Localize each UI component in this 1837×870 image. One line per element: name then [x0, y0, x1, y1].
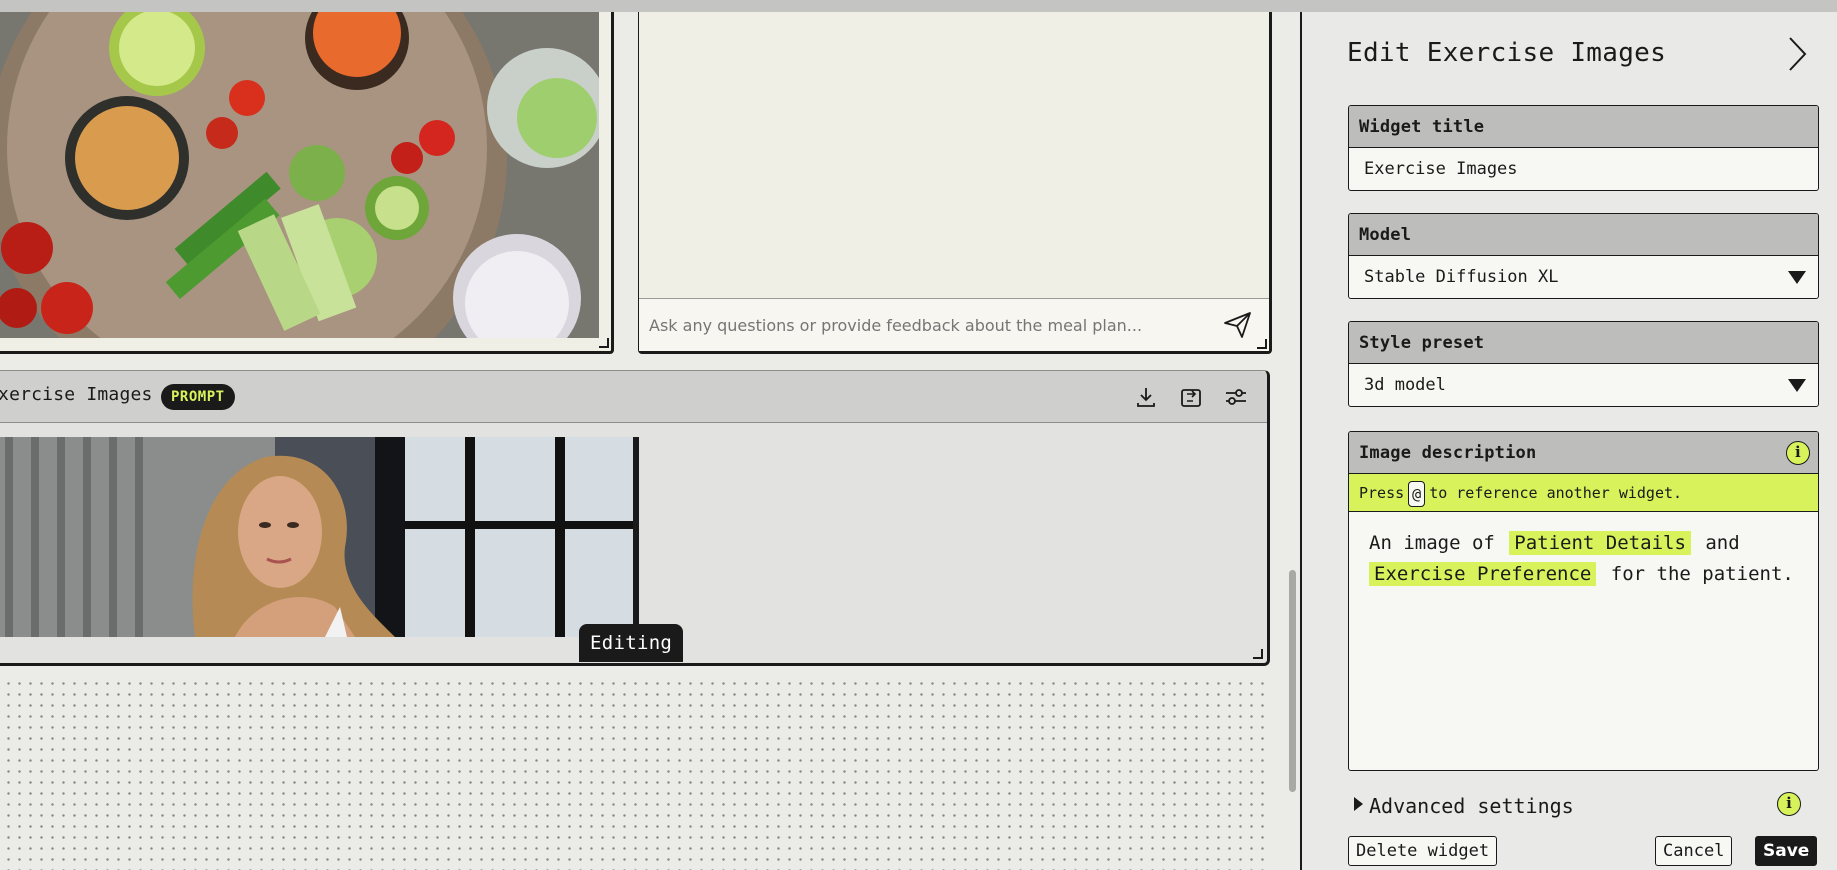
panel-title: Edit Exercise Images: [1347, 38, 1667, 68]
save-button[interactable]: Save: [1755, 836, 1818, 866]
send-icon[interactable]: [1223, 311, 1253, 339]
meal-photo-illustration: [0, 12, 599, 338]
prompt-badge: PROMPT: [161, 384, 235, 410]
canvas[interactable]: Exercise Images PROMPT: [0, 12, 1298, 870]
advanced-settings-label: Advanced settings: [1369, 794, 1574, 818]
at-key: @: [1408, 480, 1426, 507]
widget-reference-chip[interactable]: Exercise Preference: [1369, 562, 1597, 586]
editing-indicator: Editing: [579, 624, 684, 662]
resize-handle[interactable]: [1253, 649, 1263, 659]
meal-image-widget[interactable]: [0, 12, 614, 354]
image-description-field: Image description i Press @ to reference a…: [1348, 431, 1819, 771]
model-select[interactable]: Stable Diffusion XL: [1349, 256, 1818, 298]
exercise-photo-illustration: [0, 437, 639, 637]
field-label-text: Image description: [1359, 443, 1537, 463]
delete-widget-button[interactable]: Delete widget: [1348, 836, 1498, 866]
widget-reference-chip[interactable]: Patient Details: [1509, 531, 1691, 555]
download-icon[interactable]: [1133, 385, 1159, 409]
model-selected-value: Stable Diffusion XL: [1364, 267, 1559, 287]
advanced-settings-toggle[interactable]: Advanced settings: [1354, 794, 1574, 818]
field-label: Image description i: [1349, 432, 1818, 474]
meal-plan-chat-widget: [638, 12, 1272, 354]
widget-title-field: Widget title Exercise Images: [1348, 105, 1819, 191]
export-icon[interactable]: [1178, 385, 1204, 409]
widget-title: Exercise Images: [0, 384, 153, 405]
field-label: Style preset: [1349, 322, 1818, 364]
chevron-right-icon[interactable]: [1784, 34, 1810, 74]
image-description-textarea[interactable]: An image of Patient Details and Exercise…: [1349, 512, 1818, 760]
widget-header: Exercise Images PROMPT: [0, 371, 1267, 423]
dot-grid-background: [0, 676, 1272, 870]
hint-text: Press: [1359, 484, 1405, 502]
dropdown-arrow-icon: [1788, 379, 1806, 392]
description-text: and: [1705, 532, 1740, 554]
cancel-button[interactable]: Cancel: [1655, 836, 1733, 866]
top-bar: [0, 0, 1837, 12]
info-icon[interactable]: i: [1777, 792, 1801, 816]
description-text: An image of: [1369, 532, 1495, 554]
meal-plan-image: [0, 12, 599, 338]
description-text: for the patient.: [1610, 563, 1794, 585]
style-preset-field: Style preset 3d model: [1348, 321, 1819, 407]
exercise-image: [0, 437, 639, 637]
info-icon[interactable]: i: [1786, 441, 1810, 465]
chat-input-row: [639, 298, 1269, 351]
widget-title-input[interactable]: Exercise Images: [1349, 148, 1818, 190]
style-preset-selected-value: 3d model: [1364, 375, 1446, 395]
edit-widget-panel: Edit Exercise Images Widget title Exerci…: [1300, 12, 1837, 870]
hint-text: to reference another widget.: [1429, 484, 1683, 502]
resize-handle[interactable]: [1257, 339, 1267, 349]
caret-right-icon: [1354, 797, 1363, 811]
chat-input[interactable]: [649, 313, 1209, 339]
field-label: Model: [1349, 214, 1818, 256]
reference-hint: Press @ to reference another widget.: [1349, 474, 1818, 512]
canvas-scrollbar[interactable]: [1289, 570, 1296, 792]
dropdown-arrow-icon: [1788, 271, 1806, 284]
exercise-images-widget[interactable]: Exercise Images PROMPT: [0, 370, 1270, 666]
resize-handle[interactable]: [599, 338, 609, 348]
style-preset-select[interactable]: 3d model: [1349, 364, 1818, 406]
model-field: Model Stable Diffusion XL: [1348, 213, 1819, 299]
field-label: Widget title: [1349, 106, 1818, 148]
settings-sliders-icon[interactable]: [1223, 385, 1249, 409]
